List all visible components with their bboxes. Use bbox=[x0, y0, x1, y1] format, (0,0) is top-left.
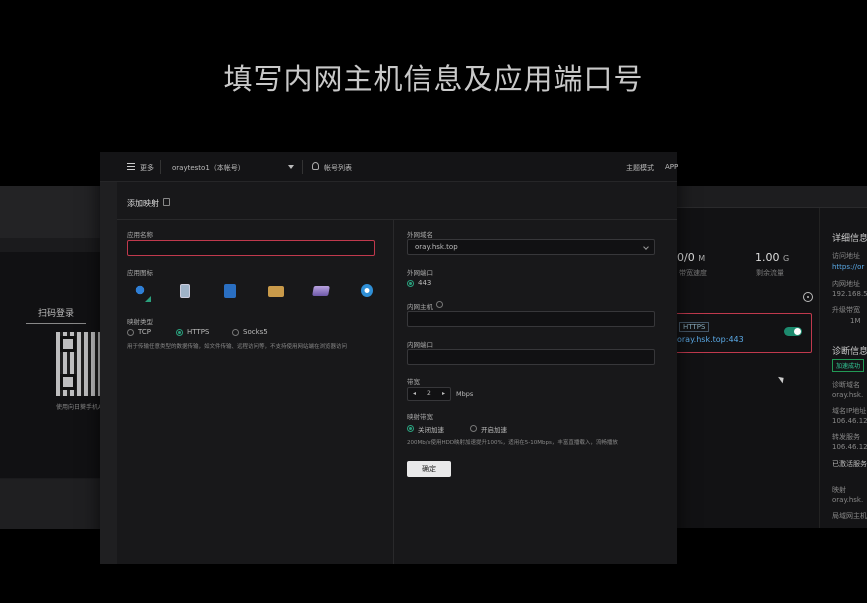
bandwidth-label: 带宽 bbox=[407, 378, 420, 386]
app-link[interactable]: APP bbox=[665, 163, 678, 171]
divider bbox=[393, 220, 394, 564]
access-link[interactable]: https://or bbox=[832, 263, 864, 271]
diag-heading: 诊断信息 bbox=[832, 347, 867, 357]
type-https-label: HTTPS bbox=[187, 328, 210, 336]
type-tcp-label: TCP bbox=[138, 328, 151, 336]
chevron-down-icon bbox=[643, 244, 649, 250]
bandwidth-value: 2 bbox=[427, 390, 431, 397]
side-rail bbox=[100, 182, 117, 564]
page-title: 添加映射 bbox=[127, 199, 159, 208]
mapping-type-tag: HTTPS bbox=[679, 322, 710, 332]
login-panel-footer bbox=[0, 479, 102, 529]
submit-button[interactable]: 确定 bbox=[407, 461, 451, 477]
bottom-line: 局域网主机 bbox=[832, 512, 867, 520]
add-circle-icon[interactable] bbox=[803, 292, 813, 302]
book-icon[interactable] bbox=[224, 284, 236, 298]
accel-off-radio[interactable] bbox=[407, 425, 414, 432]
ie-icon[interactable] bbox=[134, 283, 146, 297]
scan-login-title[interactable]: 扫码登录 bbox=[26, 306, 86, 324]
accel-off-label: 关闭加速 bbox=[418, 426, 444, 434]
mapping-url-link[interactable]: oray.hsk.top:443 bbox=[677, 335, 744, 344]
increment-icon[interactable]: ▸ bbox=[442, 390, 445, 397]
diag-line: 106.46.12 bbox=[832, 417, 867, 425]
bandwidth-stat-label: 带宽速度 bbox=[679, 269, 707, 277]
login-panel-header bbox=[0, 186, 102, 238]
inner-port-input[interactable] bbox=[407, 349, 655, 365]
selected-corner-icon bbox=[145, 296, 151, 302]
diag-line: oray.hsk. bbox=[832, 391, 864, 399]
diag-line: 106.46.12 bbox=[832, 443, 867, 451]
decrement-icon[interactable]: ◂ bbox=[413, 390, 416, 397]
domain-label: 外网域名 bbox=[407, 231, 433, 239]
type-tcp-radio[interactable] bbox=[127, 329, 134, 336]
app-name-label: 应用名称 bbox=[127, 231, 153, 239]
help-icon[interactable] bbox=[163, 198, 170, 206]
phone-icon[interactable] bbox=[180, 284, 190, 298]
bandwidth-stepper[interactable]: ◂ 2 ▸ bbox=[407, 387, 451, 401]
domain-value: oray.hsk.top bbox=[415, 243, 458, 251]
traffic-stat-label: 剩余流量 bbox=[756, 269, 784, 277]
diag-badge: 加速成功 bbox=[832, 359, 865, 372]
port-443-radio[interactable] bbox=[407, 280, 414, 287]
qr-code bbox=[56, 332, 102, 396]
divider bbox=[160, 160, 161, 174]
chevron-down-icon[interactable] bbox=[288, 165, 294, 169]
theme-mode-link[interactable]: 主题模式 bbox=[626, 163, 654, 173]
inner-addr-label: 内网地址 bbox=[832, 280, 860, 288]
port-443-label: 443 bbox=[418, 279, 432, 287]
host-input[interactable] bbox=[407, 311, 655, 327]
accel-label: 映射带宽 bbox=[407, 413, 433, 421]
bandwidth-unit: Mbps bbox=[456, 390, 474, 398]
app-name-input[interactable] bbox=[127, 240, 375, 256]
domain-select[interactable]: oray.hsk.top bbox=[407, 239, 655, 255]
type-socks5-label: Socks5 bbox=[243, 328, 268, 336]
divider bbox=[117, 219, 677, 220]
user-icon bbox=[312, 162, 319, 170]
divider bbox=[302, 160, 303, 174]
bottom-line: oray.hsk. bbox=[832, 496, 864, 504]
webcam-icon[interactable] bbox=[361, 284, 373, 297]
type-socks5-radio[interactable] bbox=[232, 329, 239, 336]
diag-line: 域名IP地址 bbox=[832, 407, 867, 415]
menu-icon[interactable] bbox=[127, 163, 135, 170]
app-icon-label: 应用图标 bbox=[127, 269, 153, 277]
type-https-radio[interactable] bbox=[176, 329, 183, 336]
access-label: 访问地址 bbox=[832, 252, 860, 260]
accel-hint: 200Mb/s使用HDD映射加速提升100%，适用在5-10Mbps，丰富直播载… bbox=[407, 440, 618, 446]
upgrade-value: 1M bbox=[850, 317, 861, 325]
inner-port-label: 内网端口 bbox=[407, 341, 433, 349]
account-select[interactable]: oraytesto1（本帐号） bbox=[172, 163, 245, 173]
port-label: 外网端口 bbox=[407, 269, 433, 277]
bottom-line: 映射 bbox=[832, 486, 846, 494]
mapping-toggle[interactable] bbox=[784, 327, 802, 336]
detail-panel-header bbox=[677, 186, 867, 208]
accel-on-radio[interactable] bbox=[470, 425, 477, 432]
screen: 填写内网主机信息及应用端口号 扫码登录 使用向日葵手机APP 0/0 M 带宽速… bbox=[0, 0, 867, 603]
login-panel: 扫码登录 使用向日葵手机APP bbox=[0, 186, 109, 529]
stack-icon[interactable] bbox=[312, 286, 330, 296]
accel-on-label: 开启加速 bbox=[481, 426, 507, 434]
map-type-label: 映射类型 bbox=[127, 318, 153, 326]
traffic-stat: 1.00 G bbox=[755, 251, 790, 264]
diag-line: 转发服务 bbox=[832, 433, 860, 441]
host-label: 内网主机 bbox=[407, 303, 433, 311]
folder-icon[interactable] bbox=[268, 286, 284, 297]
upgrade-label: 升级带宽 bbox=[832, 306, 860, 314]
add-mapping-window: 更多 oraytesto1（本帐号） 帐号列表 主题模式 APP 添加映射 应用… bbox=[100, 152, 678, 564]
diag-line: 已激活服务 bbox=[832, 460, 867, 468]
caption: 填写内网主机信息及应用端口号 bbox=[223, 62, 644, 96]
detail-heading: 详细信息 bbox=[832, 234, 867, 244]
inner-addr-value: 192.168.5 bbox=[832, 290, 867, 298]
more-menu[interactable]: 更多 bbox=[140, 163, 154, 173]
account-list-link[interactable]: 帐号列表 bbox=[324, 163, 352, 173]
bandwidth-stat: 0/0 M bbox=[677, 251, 706, 264]
help-circle-icon[interactable] bbox=[436, 301, 443, 308]
type-hint: 用于传输任意类型的数据传输，如文件传输、远程访问等，不支持使用网站端在浏览器访问 bbox=[127, 344, 348, 350]
top-bar: 更多 oraytesto1（本帐号） 帐号列表 主题模式 APP bbox=[100, 152, 678, 182]
diag-line: 诊断域名 bbox=[832, 381, 860, 389]
